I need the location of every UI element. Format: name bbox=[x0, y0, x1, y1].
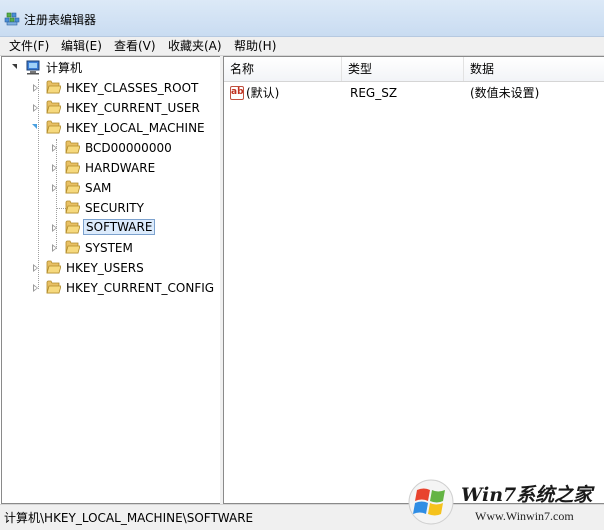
tree-node-label: HKEY_CURRENT_CONFIG bbox=[66, 281, 215, 295]
regedit-app-icon bbox=[4, 12, 20, 26]
folder-icon bbox=[46, 100, 61, 114]
tree-node-label: HARDWARE bbox=[85, 161, 156, 175]
computer-icon bbox=[26, 60, 40, 75]
menu-help[interactable]: 帮助(H) bbox=[234, 39, 276, 53]
collapsed-arrow-icon[interactable] bbox=[52, 144, 57, 152]
value-data: (数值未设置) bbox=[470, 86, 540, 100]
tree-node-label: SAM bbox=[85, 181, 112, 195]
folder-icon bbox=[65, 140, 80, 154]
collapsed-arrow-icon[interactable] bbox=[33, 284, 38, 292]
tree-node-label: HKEY_USERS bbox=[66, 261, 144, 275]
collapsed-arrow-icon[interactable] bbox=[52, 224, 57, 232]
windows-logo-icon bbox=[408, 479, 454, 525]
tree-node-label: SYSTEM bbox=[85, 241, 133, 255]
folder-icon bbox=[65, 180, 80, 194]
menu-view[interactable]: 查看(V) bbox=[114, 39, 156, 53]
menu-favorites[interactable]: 收藏夹(A) bbox=[168, 39, 222, 53]
tree-node-label: HKEY_CLASSES_ROOT bbox=[66, 81, 199, 95]
folder-icon bbox=[46, 260, 61, 274]
regedit-window: 注册表编辑器 文件(F) 编辑(E) 查看(V) 收藏夹(A) 帮助(H) 计算… bbox=[0, 0, 604, 530]
status-path: 计算机\HKEY_LOCAL_MACHINE\SOFTWARE bbox=[4, 511, 254, 525]
folder-icon bbox=[46, 280, 61, 294]
ab-string-value-icon: ab bbox=[230, 86, 244, 100]
folder-icon bbox=[65, 200, 80, 214]
title-bar[interactable]: 注册表编辑器 bbox=[0, 0, 604, 37]
registry-tree[interactable]: 计算机 HKEY_CLASSES_ROOT HKEY_CURRENT_USER bbox=[1, 56, 222, 504]
values-list[interactable]: 名称 类型 数据 ab (默认) REG_SZ (数值未设置) bbox=[223, 56, 604, 504]
folder-icon bbox=[46, 80, 61, 94]
folder-icon bbox=[65, 240, 80, 254]
watermark-url: Www.Winwin7.com bbox=[475, 509, 574, 523]
collapsed-arrow-icon[interactable] bbox=[33, 264, 38, 272]
menu-edit[interactable]: 编辑(E) bbox=[61, 39, 102, 53]
column-header-data[interactable]: 数据 bbox=[464, 57, 604, 81]
tree-node-label-selected: SOFTWARE bbox=[83, 219, 156, 235]
collapsed-arrow-icon[interactable] bbox=[52, 164, 57, 172]
collapsed-arrow-icon[interactable] bbox=[33, 84, 38, 92]
expanded-arrow-icon[interactable] bbox=[32, 124, 37, 129]
expanded-arrow-icon[interactable] bbox=[12, 64, 17, 69]
tree-node-label: HKEY_LOCAL_MACHINE bbox=[66, 121, 205, 135]
column-header-name[interactable]: 名称 bbox=[224, 57, 342, 81]
tree-connector bbox=[56, 139, 57, 249]
watermark-logo: Win7系统之家 Www.Winwin7.com bbox=[405, 476, 604, 530]
collapsed-arrow-icon[interactable] bbox=[52, 184, 57, 192]
collapsed-arrow-icon[interactable] bbox=[52, 244, 57, 252]
watermark-brand: Win7系统之家 bbox=[461, 484, 593, 506]
window-title: 注册表编辑器 bbox=[24, 13, 97, 27]
tree-node-label: BCD00000000 bbox=[85, 141, 172, 155]
folder-icon bbox=[65, 160, 80, 174]
list-header: 名称 类型 数据 bbox=[224, 57, 604, 82]
folder-icon bbox=[65, 220, 80, 234]
collapsed-arrow-icon[interactable] bbox=[33, 104, 38, 112]
tree-node-label: SECURITY bbox=[85, 201, 144, 215]
value-name: (默认) bbox=[246, 86, 280, 100]
tree-node-label: HKEY_CURRENT_USER bbox=[66, 101, 200, 115]
tree-node-label: 计算机 bbox=[46, 61, 83, 75]
column-header-type[interactable]: 类型 bbox=[342, 57, 464, 81]
tree-connector bbox=[38, 79, 39, 289]
menu-bar: 文件(F) 编辑(E) 查看(V) 收藏夹(A) 帮助(H) bbox=[0, 37, 604, 56]
value-type: REG_SZ bbox=[350, 86, 398, 100]
menu-file[interactable]: 文件(F) bbox=[9, 39, 49, 53]
folder-open-icon bbox=[46, 120, 61, 134]
